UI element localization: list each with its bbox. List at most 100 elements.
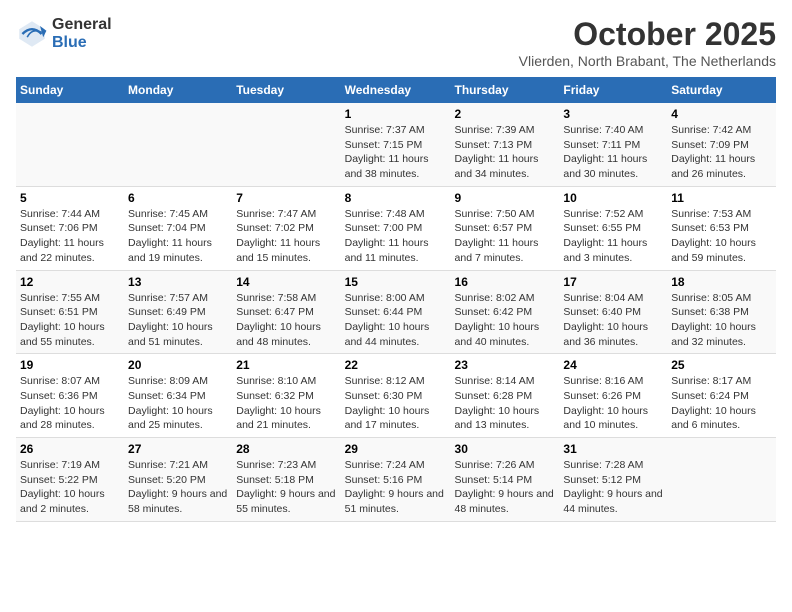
- weekday-header: Sunday: [16, 77, 124, 103]
- day-info: Sunrise: 7:21 AM Sunset: 5:20 PM Dayligh…: [128, 458, 228, 517]
- day-info: Sunrise: 7:40 AM Sunset: 7:11 PM Dayligh…: [563, 123, 663, 182]
- calendar-cell: 4 Sunrise: 7:42 AM Sunset: 7:09 PM Daylig…: [667, 103, 776, 186]
- day-number: 20: [128, 358, 228, 372]
- day-number: 17: [563, 275, 663, 289]
- subtitle: Vlierden, North Brabant, The Netherlands: [519, 53, 776, 69]
- calendar-cell: 26 Sunrise: 7:19 AM Sunset: 5:22 PM Dayli…: [16, 438, 124, 522]
- calendar-cell: [124, 103, 232, 186]
- calendar-cell: 29 Sunrise: 7:24 AM Sunset: 5:16 PM Dayli…: [341, 438, 451, 522]
- logo-text: General Blue: [52, 16, 112, 51]
- calendar-cell: 9 Sunrise: 7:50 AM Sunset: 6:57 PM Daylig…: [451, 186, 560, 270]
- day-info: Sunrise: 7:28 AM Sunset: 5:12 PM Dayligh…: [563, 458, 663, 517]
- day-info: Sunrise: 8:12 AM Sunset: 6:30 PM Dayligh…: [345, 374, 447, 433]
- calendar-cell: 31Sunrise: 7:28 AM Sunset: 5:12 PM Dayli…: [559, 438, 667, 522]
- day-number: 12: [20, 275, 120, 289]
- calendar-cell: 23 Sunrise: 8:14 AM Sunset: 6:28 PM Dayli…: [451, 354, 560, 438]
- day-info: Sunrise: 7:19 AM Sunset: 5:22 PM Dayligh…: [20, 458, 120, 517]
- day-number: 18: [671, 275, 772, 289]
- calendar-cell: 14 Sunrise: 7:58 AM Sunset: 6:47 PM Dayli…: [232, 270, 340, 354]
- logo-general: General: [52, 16, 112, 34]
- calendar-cell: 16 Sunrise: 8:02 AM Sunset: 6:42 PM Dayli…: [451, 270, 560, 354]
- calendar-cell: 30 Sunrise: 7:26 AM Sunset: 5:14 PM Dayli…: [451, 438, 560, 522]
- day-number: 26: [20, 442, 120, 456]
- day-info: Sunrise: 7:24 AM Sunset: 5:16 PM Dayligh…: [345, 458, 447, 517]
- day-number: 24: [563, 358, 663, 372]
- day-number: 30: [455, 442, 556, 456]
- calendar-cell: 20 Sunrise: 8:09 AM Sunset: 6:34 PM Dayli…: [124, 354, 232, 438]
- day-number: 27: [128, 442, 228, 456]
- day-info: Sunrise: 7:26 AM Sunset: 5:14 PM Dayligh…: [455, 458, 556, 517]
- calendar-cell: 10Sunrise: 7:52 AM Sunset: 6:55 PM Dayli…: [559, 186, 667, 270]
- calendar-cell: 17 Sunrise: 8:04 AM Sunset: 6:40 PM Dayli…: [559, 270, 667, 354]
- calendar-cell: 15 Sunrise: 8:00 AM Sunset: 6:44 PM Dayli…: [341, 270, 451, 354]
- day-number: 15: [345, 275, 447, 289]
- day-info: Sunrise: 7:48 AM Sunset: 7:00 PM Dayligh…: [345, 207, 447, 266]
- weekday-header: Tuesday: [232, 77, 340, 103]
- day-info: Sunrise: 7:50 AM Sunset: 6:57 PM Dayligh…: [455, 207, 556, 266]
- day-number: 23: [455, 358, 556, 372]
- calendar-cell: 28 Sunrise: 7:23 AM Sunset: 5:18 PM Dayli…: [232, 438, 340, 522]
- calendar-cell: 5Sunrise: 7:44 AM Sunset: 7:06 PM Daylig…: [16, 186, 124, 270]
- calendar-cell: 22Sunrise: 8:12 AM Sunset: 6:30 PM Dayli…: [341, 354, 451, 438]
- day-number: 7: [236, 191, 336, 205]
- day-number: 1: [345, 107, 447, 121]
- day-info: Sunrise: 7:57 AM Sunset: 6:49 PM Dayligh…: [128, 291, 228, 350]
- day-info: Sunrise: 7:23 AM Sunset: 5:18 PM Dayligh…: [236, 458, 336, 517]
- day-info: Sunrise: 8:17 AM Sunset: 6:24 PM Dayligh…: [671, 374, 772, 433]
- calendar-week-row: 12Sunrise: 7:55 AM Sunset: 6:51 PM Dayli…: [16, 270, 776, 354]
- calendar-cell: 18 Sunrise: 8:05 AM Sunset: 6:38 PM Dayli…: [667, 270, 776, 354]
- day-info: Sunrise: 8:02 AM Sunset: 6:42 PM Dayligh…: [455, 291, 556, 350]
- day-number: 14: [236, 275, 336, 289]
- logo: General Blue: [16, 16, 112, 51]
- day-info: Sunrise: 8:14 AM Sunset: 6:28 PM Dayligh…: [455, 374, 556, 433]
- day-info: Sunrise: 8:16 AM Sunset: 6:26 PM Dayligh…: [563, 374, 663, 433]
- day-number: 28: [236, 442, 336, 456]
- day-number: 9: [455, 191, 556, 205]
- calendar-cell: [667, 438, 776, 522]
- day-info: Sunrise: 7:37 AM Sunset: 7:15 PM Dayligh…: [345, 123, 447, 182]
- calendar-cell: 13 Sunrise: 7:57 AM Sunset: 6:49 PM Dayli…: [124, 270, 232, 354]
- day-number: 2: [455, 107, 556, 121]
- day-info: Sunrise: 8:10 AM Sunset: 6:32 PM Dayligh…: [236, 374, 336, 433]
- calendar-cell: 25 Sunrise: 8:17 AM Sunset: 6:24 PM Dayli…: [667, 354, 776, 438]
- day-number: 4: [671, 107, 772, 121]
- calendar-cell: 19Sunrise: 8:07 AM Sunset: 6:36 PM Dayli…: [16, 354, 124, 438]
- day-info: Sunrise: 7:44 AM Sunset: 7:06 PM Dayligh…: [20, 207, 120, 266]
- weekday-header: Thursday: [451, 77, 560, 103]
- calendar-cell: 12Sunrise: 7:55 AM Sunset: 6:51 PM Dayli…: [16, 270, 124, 354]
- day-number: 11: [671, 191, 772, 205]
- day-number: 29: [345, 442, 447, 456]
- calendar-week-row: 26 Sunrise: 7:19 AM Sunset: 5:22 PM Dayli…: [16, 438, 776, 522]
- calendar-table: SundayMondayTuesdayWednesdayThursdayFrid…: [16, 77, 776, 522]
- day-number: 6: [128, 191, 228, 205]
- day-info: Sunrise: 7:58 AM Sunset: 6:47 PM Dayligh…: [236, 291, 336, 350]
- day-number: 8: [345, 191, 447, 205]
- logo-blue: Blue: [52, 34, 112, 52]
- day-number: 13: [128, 275, 228, 289]
- page-header: General Blue October 2025 Vlierden, Nort…: [16, 16, 776, 69]
- day-number: 16: [455, 275, 556, 289]
- day-info: Sunrise: 7:39 AM Sunset: 7:13 PM Dayligh…: [455, 123, 556, 182]
- calendar-cell: 11Sunrise: 7:53 AM Sunset: 6:53 PM Dayli…: [667, 186, 776, 270]
- day-info: Sunrise: 8:04 AM Sunset: 6:40 PM Dayligh…: [563, 291, 663, 350]
- calendar-week-row: 5Sunrise: 7:44 AM Sunset: 7:06 PM Daylig…: [16, 186, 776, 270]
- logo-icon: [16, 18, 48, 50]
- calendar-cell: 2 Sunrise: 7:39 AM Sunset: 7:13 PM Daylig…: [451, 103, 560, 186]
- day-info: Sunrise: 8:09 AM Sunset: 6:34 PM Dayligh…: [128, 374, 228, 433]
- day-info: Sunrise: 8:00 AM Sunset: 6:44 PM Dayligh…: [345, 291, 447, 350]
- calendar-cell: 24 Sunrise: 8:16 AM Sunset: 6:26 PM Dayli…: [559, 354, 667, 438]
- weekday-header: Saturday: [667, 77, 776, 103]
- calendar-cell: 27 Sunrise: 7:21 AM Sunset: 5:20 PM Dayli…: [124, 438, 232, 522]
- main-title: October 2025: [519, 16, 776, 53]
- calendar-cell: 1 Sunrise: 7:37 AM Sunset: 7:15 PM Daylig…: [341, 103, 451, 186]
- day-info: Sunrise: 7:45 AM Sunset: 7:04 PM Dayligh…: [128, 207, 228, 266]
- day-number: 25: [671, 358, 772, 372]
- calendar-cell: 3 Sunrise: 7:40 AM Sunset: 7:11 PM Daylig…: [559, 103, 667, 186]
- day-number: 10: [563, 191, 663, 205]
- calendar-cell: 8 Sunrise: 7:48 AM Sunset: 7:00 PM Daylig…: [341, 186, 451, 270]
- day-number: 3: [563, 107, 663, 121]
- weekday-header: Friday: [559, 77, 667, 103]
- day-info: Sunrise: 7:42 AM Sunset: 7:09 PM Dayligh…: [671, 123, 772, 182]
- calendar-cell: 21Sunrise: 8:10 AM Sunset: 6:32 PM Dayli…: [232, 354, 340, 438]
- day-info: Sunrise: 8:05 AM Sunset: 6:38 PM Dayligh…: [671, 291, 772, 350]
